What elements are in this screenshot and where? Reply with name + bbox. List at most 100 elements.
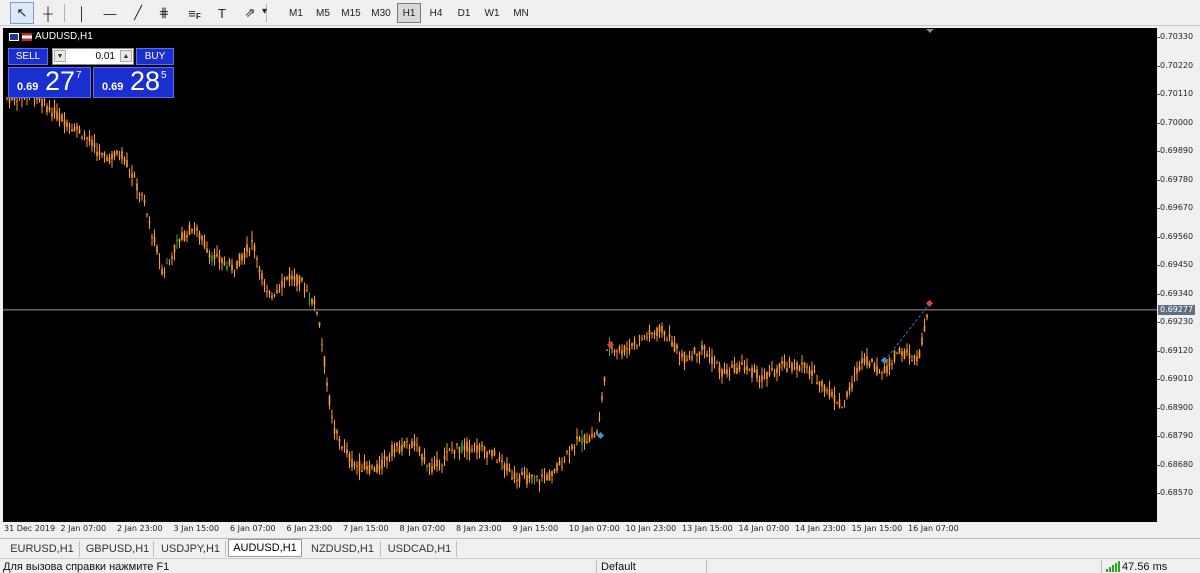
lot-decrease-icon[interactable]: ▼ — [54, 50, 66, 62]
sell-button[interactable]: SELL — [8, 48, 48, 65]
candle-body — [181, 232, 183, 240]
candle-body — [441, 464, 443, 466]
candle-body — [433, 463, 436, 468]
tab-audusd-h1[interactable]: AUDUSD,H1 — [228, 539, 302, 557]
price-label: 0.70000 — [1160, 117, 1194, 127]
candle-body — [583, 435, 586, 443]
candle-body — [668, 334, 671, 337]
candle-body — [286, 276, 288, 280]
candle-body — [458, 446, 461, 453]
arrow-shapes-icon[interactable]: ⇗ — [238, 2, 262, 24]
time-label: 13 Jan 15:00 — [682, 524, 733, 533]
tab-usdcad-h1[interactable]: USDCAD,H1 — [383, 541, 457, 557]
candle-body — [898, 347, 901, 354]
timeframe-m1[interactable]: M1 — [283, 3, 309, 23]
time-label: 14 Jan 07:00 — [738, 524, 790, 533]
lot-increase-icon[interactable]: ▲ — [120, 50, 132, 62]
candle-body — [358, 460, 361, 472]
price-label: 0.69890 — [1160, 146, 1194, 155]
candle-body — [691, 356, 693, 360]
candle-body — [571, 444, 573, 449]
candle-body — [308, 299, 311, 301]
candle-body — [431, 466, 433, 472]
candle-body — [741, 362, 743, 366]
timeframe-m5[interactable]: M5 — [311, 3, 335, 23]
candle-body — [811, 370, 813, 376]
vertical-line-icon[interactable]: │ — [70, 2, 94, 24]
timeframe-mn[interactable]: MN — [508, 3, 534, 23]
candle-body — [263, 281, 266, 285]
candle-body — [326, 382, 328, 387]
candle-body — [296, 274, 298, 286]
buy-price-prefix: 0.69 — [102, 81, 124, 93]
timeframe-d1[interactable]: D1 — [452, 3, 476, 23]
price-label: 0.69230 — [1160, 317, 1194, 326]
cursor-icon[interactable]: ↖ — [10, 2, 34, 24]
candle-body — [91, 140, 93, 146]
candle-body — [633, 341, 636, 345]
candle-body — [448, 449, 451, 451]
candle-body — [903, 350, 906, 360]
candle-body — [891, 363, 893, 365]
candle-body — [423, 457, 426, 463]
candle-body — [53, 107, 56, 114]
tab-gbpusd-h1[interactable]: GBPUSD,H1 — [82, 541, 154, 557]
buy-button[interactable]: BUY — [136, 48, 174, 65]
candle-body — [731, 364, 733, 368]
sell-price-button[interactable]: 0.69 27 7 — [8, 66, 91, 98]
candle-body — [408, 447, 411, 449]
text-label-icon[interactable]: T — [210, 2, 234, 24]
trendline-icon[interactable]: ╱ — [126, 2, 150, 24]
candle-body — [526, 475, 528, 485]
timeframe-w1[interactable]: W1 — [479, 3, 505, 23]
candle-body — [406, 440, 408, 442]
timeframe-h4[interactable]: H4 — [424, 3, 448, 23]
price-chart[interactable] — [3, 28, 1157, 522]
horizontal-line-icon[interactable]: — — [98, 2, 122, 24]
candle-body — [648, 329, 651, 335]
price-label: 0.70220 — [1160, 60, 1194, 70]
tab-usdjpy-h1[interactable]: USDJPY,H1 — [156, 541, 226, 557]
candle-body — [778, 363, 781, 368]
timeframe-m30[interactable]: M30 — [367, 3, 395, 23]
candle-body — [566, 451, 568, 453]
candle-body — [881, 372, 883, 374]
candle-body — [371, 466, 373, 468]
candle-body — [451, 449, 453, 451]
candle-body — [843, 406, 846, 408]
candle-body — [721, 369, 723, 377]
current-price-label: 0.69277 — [1158, 304, 1195, 315]
tab-nzdusd-h1[interactable]: NZDUSD,H1 — [305, 541, 381, 557]
candle-body — [238, 253, 241, 265]
tab-eurusd-h1[interactable]: EURUSD,H1 — [5, 541, 80, 557]
sell-price-sup: 7 — [76, 70, 82, 81]
candle-body — [586, 441, 588, 444]
candle-body — [476, 445, 478, 453]
candle-body — [413, 441, 416, 446]
candle-body — [473, 444, 476, 446]
equidistant-channel-icon[interactable]: ⋕ — [152, 2, 176, 24]
candle-body — [713, 362, 716, 364]
candle-body — [463, 445, 466, 451]
timeframe-m15[interactable]: M15 — [337, 3, 365, 23]
buy-price-button[interactable]: 0.69 28 5 — [93, 66, 174, 98]
crosshair-icon[interactable]: ┼ — [36, 2, 60, 24]
price-label: 0.69450 — [1160, 260, 1194, 269]
candle-body — [636, 345, 638, 347]
one-click-trading-panel: SELL 0.01 ▼ ▲ BUY 0.69 27 7 0.69 28 5 — [8, 48, 174, 98]
shapes-dropdown-icon[interactable]: ▾ — [262, 6, 267, 17]
candle-body — [81, 137, 83, 139]
fibonacci-badge: F — [196, 12, 201, 21]
price-label: 0.69780 — [1160, 174, 1194, 184]
candle-body — [708, 355, 711, 357]
chart-area[interactable]: AUDUSD,H1 SELL 0.01 ▼ ▲ BUY 0.69 27 7 0.… — [3, 28, 1157, 522]
candle-body — [706, 354, 708, 357]
sell-marker — [925, 299, 934, 307]
candle-body — [711, 356, 713, 364]
timeframe-h1[interactable]: H1 — [397, 3, 421, 23]
candle-body — [343, 445, 346, 447]
candle-body — [108, 156, 111, 163]
candle-body — [618, 346, 621, 351]
candle-body — [213, 254, 216, 259]
candle-body — [271, 295, 273, 299]
